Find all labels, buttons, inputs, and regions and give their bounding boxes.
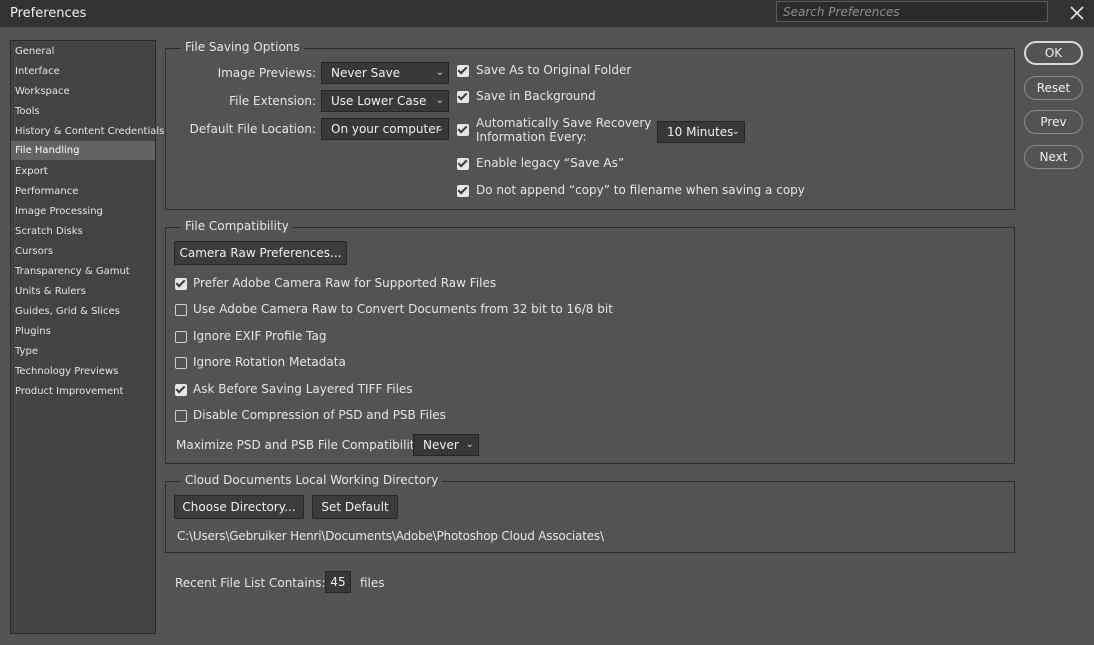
file-compatibility-legend: File Compatibility <box>181 219 293 233</box>
sidebar-item-history[interactable]: History & Content Credentials <box>11 122 164 141</box>
ignore-exif-checkbox[interactable] <box>175 331 187 343</box>
next-button[interactable]: Next <box>1024 145 1083 169</box>
save-as-original-checkbox[interactable] <box>457 65 469 77</box>
image-previews-select[interactable]: Never Save ⌄ <box>321 62 449 84</box>
image-previews-value: Never Save <box>331 66 401 80</box>
auto-save-interval-select[interactable]: 10 Minutes ⌄ <box>657 121 745 143</box>
title-bar: Preferences <box>0 0 1094 27</box>
file-saving-legend: File Saving Options <box>181 40 304 54</box>
recent-files-count-input[interactable]: 45 <box>325 571 351 593</box>
sidebar-item-tools[interactable]: Tools <box>11 102 155 121</box>
file-extension-value: Use Lower Case <box>331 94 427 108</box>
sidebar-item-performance[interactable]: Performance <box>11 182 155 201</box>
sidebar-item-interface[interactable]: Interface <box>11 62 155 81</box>
ignore-rotation-checkbox[interactable] <box>175 357 187 369</box>
save-in-background-checkbox[interactable] <box>457 91 469 103</box>
chevron-down-icon: ⌄ <box>435 95 444 106</box>
save-in-background-label: Save in Background <box>476 89 596 103</box>
sidebar-item-file-handling[interactable]: File Handling <box>11 141 155 160</box>
prefer-camera-raw-label: Prefer Adobe Camera Raw for Supported Ra… <box>193 276 497 290</box>
sidebar-item-product-improvement[interactable]: Product Improvement <box>11 382 155 401</box>
file-extension-label: File Extension: <box>229 94 316 108</box>
default-location-label: Default File Location: <box>189 122 316 136</box>
preferences-window: Preferences General Interface Workspace … <box>0 0 1094 645</box>
cloud-documents-legend: Cloud Documents Local Working Directory <box>181 473 443 487</box>
chevron-down-icon: ⌄ <box>435 67 444 78</box>
ask-layered-tiff-label: Ask Before Saving Layered TIFF Files <box>193 382 413 396</box>
default-location-select[interactable]: On your computer ⌄ <box>321 118 449 140</box>
maximize-compat-value: Never <box>423 438 459 452</box>
choose-directory-button[interactable]: Choose Directory... <box>174 495 304 519</box>
ignore-exif-label: Ignore EXIF Profile Tag <box>193 329 327 343</box>
auto-save-checkbox[interactable] <box>457 124 469 136</box>
maximize-compat-label: Maximize PSD and PSB File Compatibility: <box>176 438 425 452</box>
sidebar-item-export[interactable]: Export <box>11 162 155 181</box>
prefer-camera-raw-checkbox[interactable] <box>175 278 187 290</box>
ask-layered-tiff-checkbox[interactable] <box>175 384 187 396</box>
ignore-rotation-label: Ignore Rotation Metadata <box>193 355 346 369</box>
chevron-down-icon: ⌄ <box>731 126 740 137</box>
sidebar-item-transparency[interactable]: Transparency & Gamut <box>11 262 155 281</box>
sidebar-item-workspace[interactable]: Workspace <box>11 82 155 101</box>
auto-save-interval-value: 10 Minutes <box>667 125 734 139</box>
close-icon[interactable] <box>1068 4 1086 22</box>
reset-button[interactable]: Reset <box>1024 76 1083 100</box>
chevron-down-icon: ⌄ <box>465 439 474 450</box>
maximize-compat-select[interactable]: Never ⌄ <box>413 434 479 456</box>
chevron-down-icon: ⌄ <box>435 123 444 134</box>
disable-compression-label: Disable Compression of PSD and PSB Files <box>193 408 446 422</box>
no-copy-append-label: Do not append “copy” to filename when sa… <box>476 183 805 197</box>
sidebar-item-type[interactable]: Type <box>11 342 155 361</box>
sidebar-item-scratch-disks[interactable]: Scratch Disks <box>11 222 155 241</box>
window-title: Preferences <box>10 6 87 21</box>
convert-32bit-label: Use Adobe Camera Raw to Convert Document… <box>193 302 613 316</box>
sidebar-item-guides-grid[interactable]: Guides, Grid & Slices <box>11 302 155 321</box>
legacy-save-as-checkbox[interactable] <box>457 158 469 170</box>
auto-save-label-line1: Automatically Save Recovery <box>476 116 652 130</box>
camera-raw-preferences-button[interactable]: Camera Raw Preferences... <box>174 241 347 265</box>
ok-button[interactable]: OK <box>1024 41 1083 65</box>
sidebar-item-cursors[interactable]: Cursors <box>11 242 155 261</box>
file-extension-select[interactable]: Use Lower Case ⌄ <box>321 90 449 112</box>
prev-button[interactable]: Prev <box>1024 110 1083 134</box>
sidebar-item-plugins[interactable]: Plugins <box>11 322 155 341</box>
sidebar-item-general[interactable]: General <box>11 42 155 61</box>
set-default-button[interactable]: Set Default <box>312 495 398 519</box>
sidebar-item-image-processing[interactable]: Image Processing <box>11 202 155 221</box>
sidebar-item-technology-previews[interactable]: Technology Previews <box>11 362 155 381</box>
save-as-original-label: Save As to Original Folder <box>476 63 632 77</box>
auto-save-label-line2: Information Every: <box>476 130 587 144</box>
preferences-sidebar: General Interface Workspace Tools Histor… <box>10 40 164 634</box>
convert-32bit-checkbox[interactable] <box>175 304 187 316</box>
image-previews-label: Image Previews: <box>217 66 316 80</box>
recent-files-suffix: files <box>360 576 385 590</box>
sidebar-item-units-rulers[interactable]: Units & Rulers <box>11 282 155 301</box>
legacy-save-as-label: Enable legacy “Save As” <box>476 156 625 170</box>
disable-compression-checkbox[interactable] <box>175 410 187 422</box>
cloud-directory-path: C:\Users\Gebruiker Henri\Documents\Adobe… <box>177 529 604 543</box>
no-copy-append-checkbox[interactable] <box>457 185 469 197</box>
recent-files-label: Recent File List Contains: <box>175 576 326 590</box>
default-location-value: On your computer <box>331 122 441 136</box>
search-input[interactable] <box>776 1 1048 22</box>
